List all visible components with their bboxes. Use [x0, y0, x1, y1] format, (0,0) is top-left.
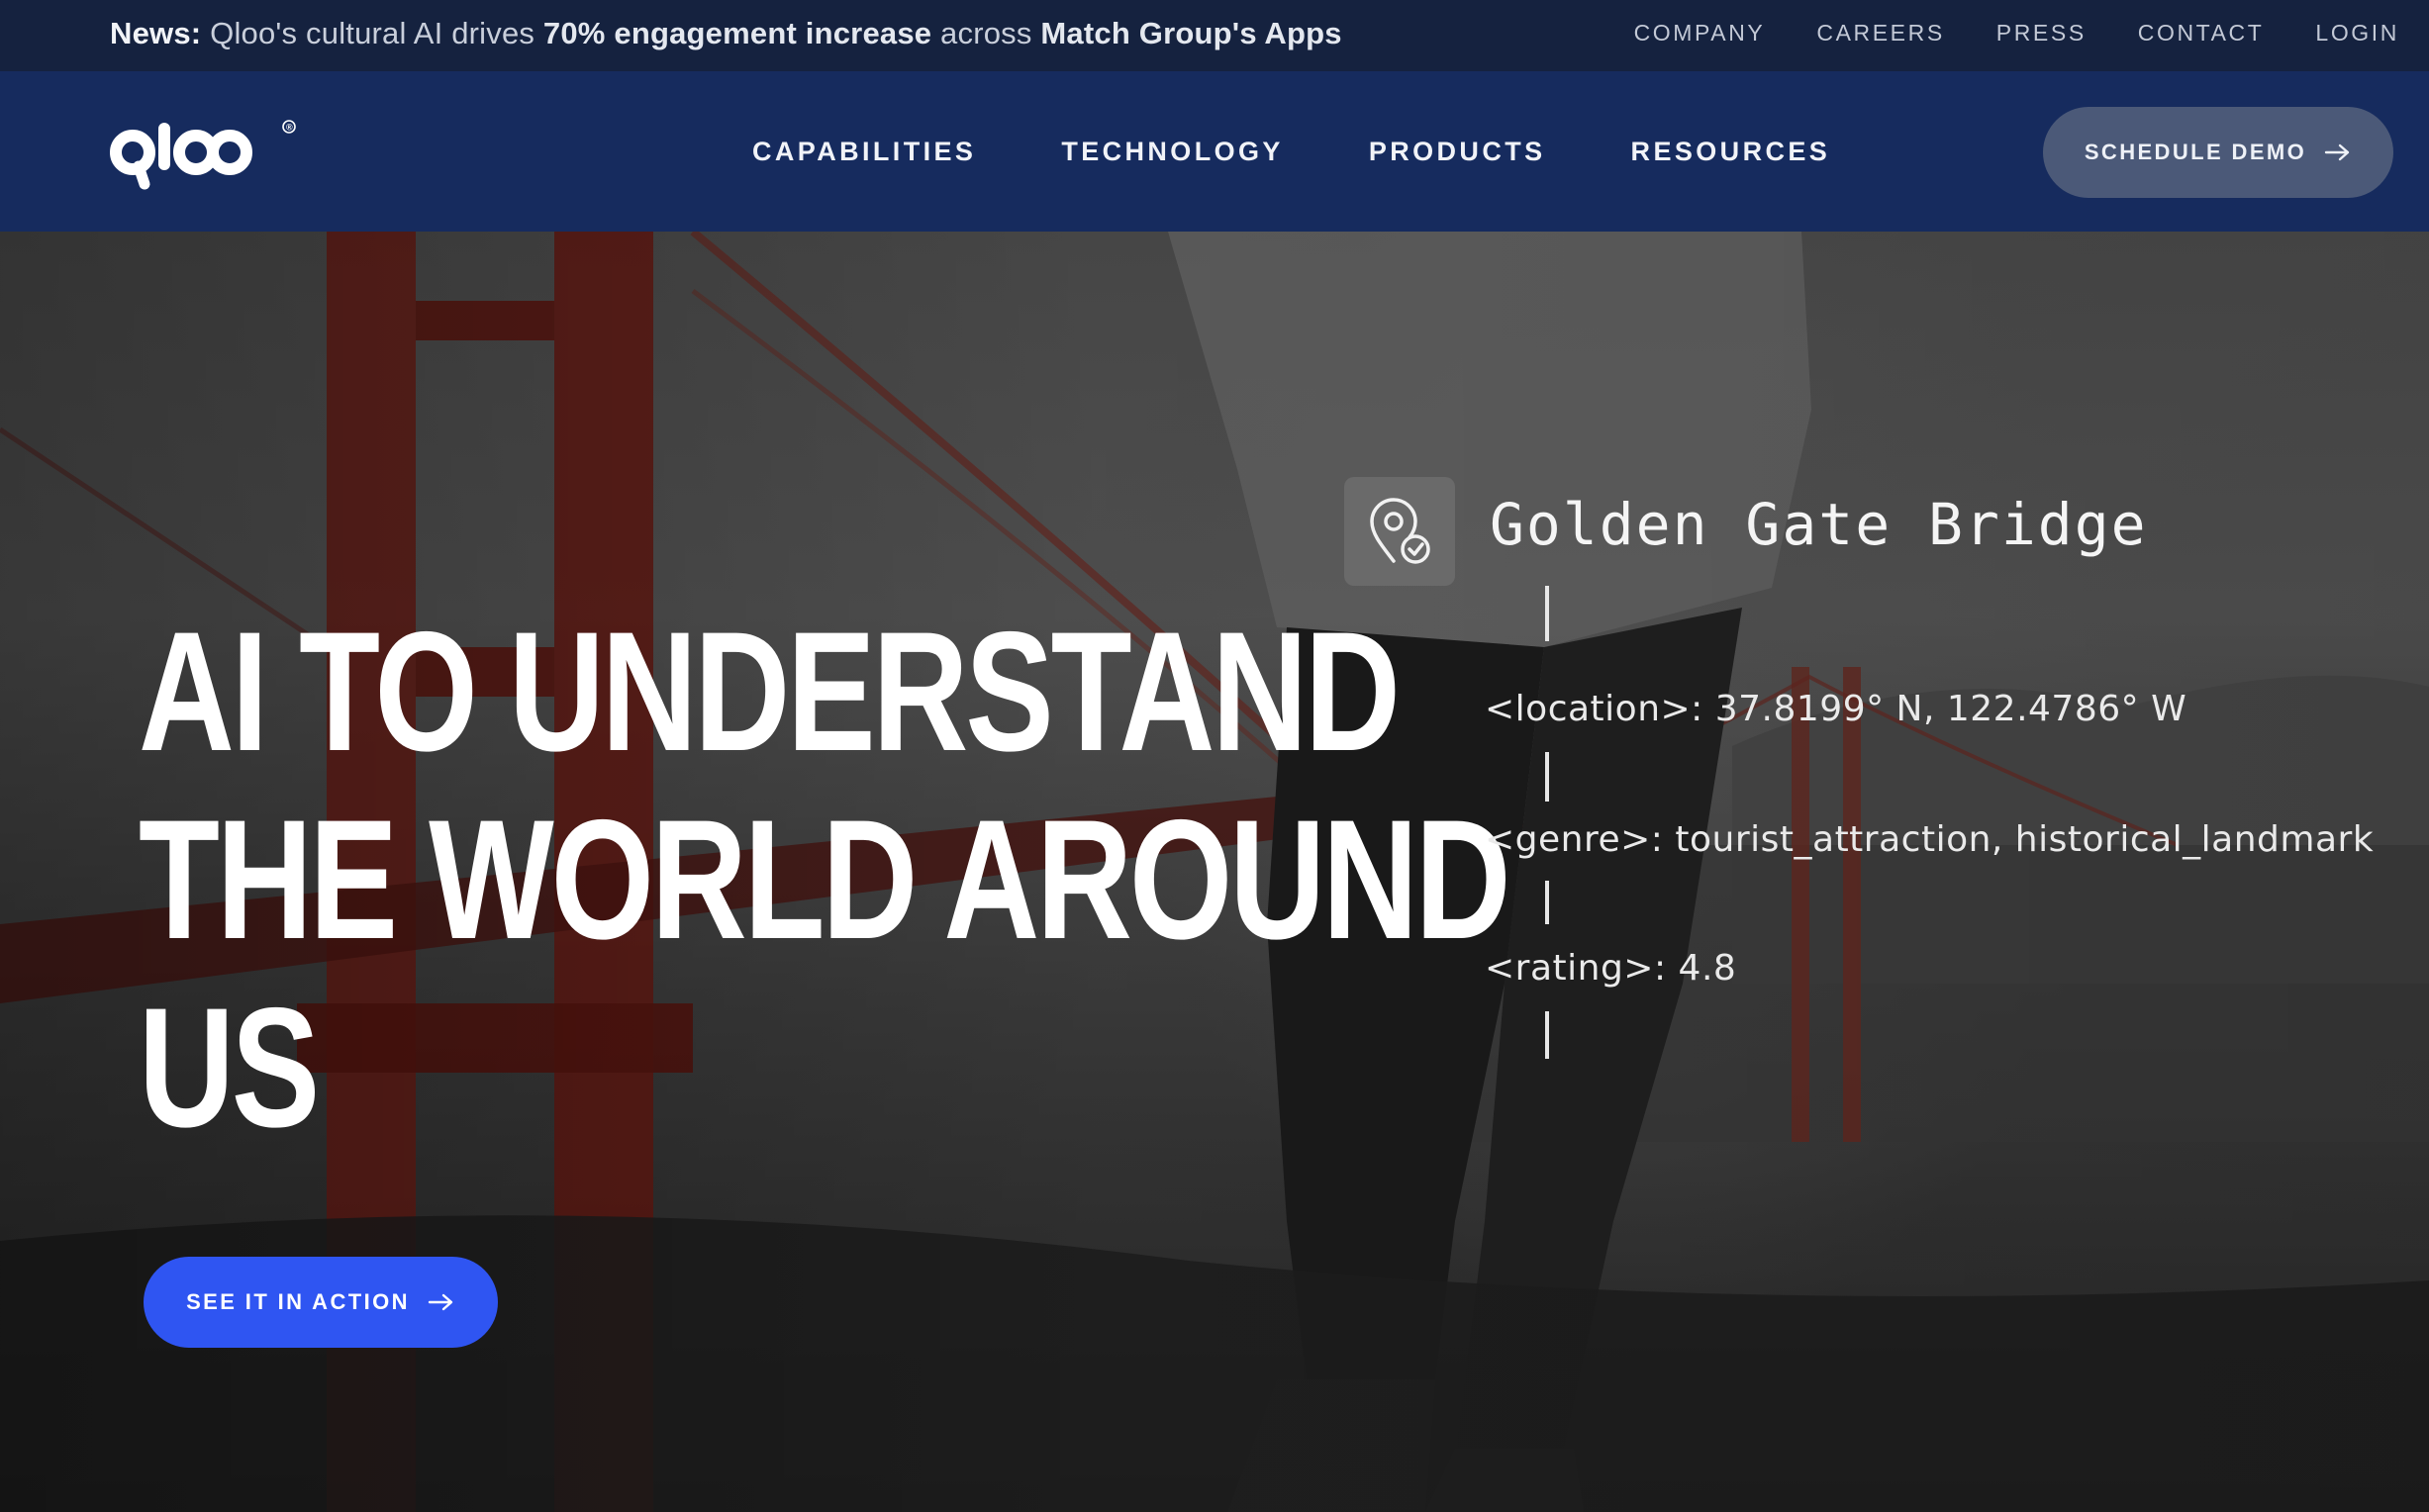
registered-mark: ®: [286, 123, 293, 133]
headline-line-2: THE WORLD AROUND: [139, 785, 1511, 975]
arrow-right-icon: [428, 1293, 453, 1311]
qloo-logo[interactable]: ®: [109, 115, 307, 194]
news-highlight-match-group: Match Group's Apps: [1040, 16, 1342, 50]
connector-line: [1545, 586, 1549, 641]
hero-section: AI TO UNDERSTAND THE WORLD AROUND US SEE…: [0, 232, 2429, 1512]
connector-line: [1545, 881, 1549, 924]
nav-link-technology[interactable]: TECHNOLOGY: [1061, 137, 1284, 167]
nav-link-contact[interactable]: CONTACT: [2138, 20, 2265, 47]
connector-line: [1545, 1011, 1549, 1059]
arrow-right-icon: [2324, 143, 2350, 161]
see-it-in-action-button[interactable]: SEE IT IN ACTION: [144, 1257, 498, 1348]
nav-link-resources[interactable]: RESOURCES: [1631, 137, 1831, 167]
news-highlight-engagement: 70% engagement increase: [542, 16, 932, 50]
news-label: News:: [110, 16, 202, 50]
nav-link-login[interactable]: LOGIN: [2315, 20, 2399, 47]
entity-rating: <rating>: 4.8: [1485, 948, 1737, 989]
entity-location: <location>: 37.8199° N, 122.4786° W: [1485, 689, 2187, 729]
nav-link-capabilities[interactable]: CAPABILITIES: [752, 137, 976, 167]
nav-link-company[interactable]: COMPANY: [1634, 20, 1766, 47]
nav-link-products[interactable]: PRODUCTS: [1369, 137, 1546, 167]
news-text-1: Qloo's cultural AI drives: [210, 16, 535, 50]
connector-line: [1545, 752, 1549, 802]
main-nav: ® CAPABILITIES TECHNOLOGY PRODUCTS RESOU…: [0, 71, 2429, 232]
entity-title: Golden Gate Bridge: [1490, 491, 2148, 558]
hero-headline: AI TO UNDERSTAND THE WORLD AROUND US: [139, 597, 1511, 1163]
entity-genre: <genre>: tourist_attraction, historical_…: [1485, 819, 2375, 860]
utility-nav: COMPANY CAREERS PRESS CONTACT LOGIN: [1634, 20, 2399, 47]
see-it-in-action-label: SEE IT IN ACTION: [186, 1289, 410, 1314]
news-text-2: across: [940, 16, 1032, 50]
headline-line-3: US: [139, 973, 320, 1163]
location-pin-badge: [1344, 477, 1455, 586]
primary-nav: CAPABILITIES TECHNOLOGY PRODUCTS RESOURC…: [752, 137, 1830, 167]
map-pin-check-icon: [1370, 498, 1430, 564]
news-bar: News: Qloo's cultural AI drives 70% enga…: [0, 0, 2429, 71]
headline-line-1: AI TO UNDERSTAND: [139, 597, 1401, 787]
nav-link-careers[interactable]: CAREERS: [1816, 20, 1944, 47]
nav-link-press[interactable]: PRESS: [1996, 20, 2087, 47]
schedule-demo-label: SCHEDULE DEMO: [2084, 140, 2307, 164]
news-announcement[interactable]: News: Qloo's cultural AI drives 70% enga…: [110, 16, 1342, 51]
schedule-demo-button[interactable]: SCHEDULE DEMO: [2043, 107, 2393, 198]
